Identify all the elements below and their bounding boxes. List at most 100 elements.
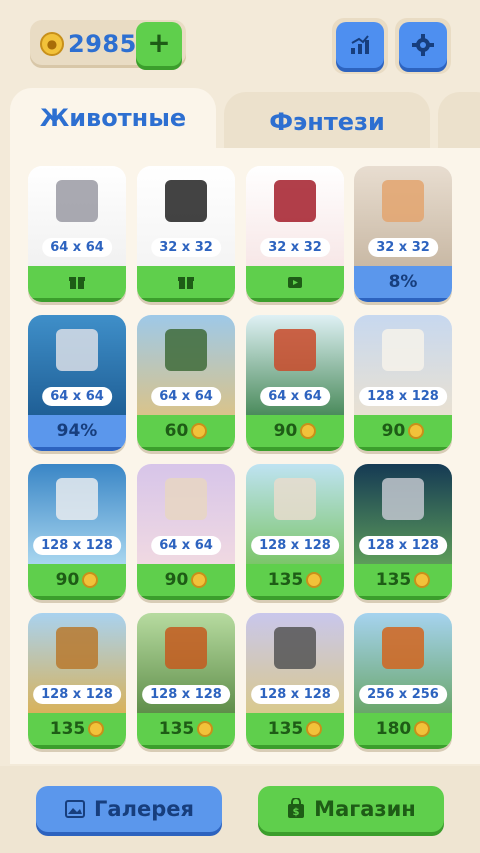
picture-card-cow[interactable]: 128 x 128 135 [246, 464, 344, 600]
card-size-label: 64 x 64 [42, 238, 112, 257]
picture-card-zebra[interactable]: 128 x 128 135 [246, 613, 344, 749]
owl-figure [56, 478, 98, 520]
squirrel-figure [165, 627, 207, 669]
progress-percent: 94% [56, 421, 98, 441]
card-size-label: 128 x 128 [142, 685, 230, 704]
ladybug-figure [274, 180, 316, 222]
card-footer[interactable]: 180 [354, 713, 452, 749]
coin-count: 2985 [68, 30, 137, 58]
shop-label: Магазин [314, 797, 416, 821]
chart-up-icon [351, 35, 369, 54]
card-footer[interactable]: 90 [28, 564, 126, 600]
card-footer[interactable]: 94% [28, 415, 126, 451]
picture-card-ladybug[interactable]: 32 x 32 [246, 166, 344, 302]
coin-icon [306, 721, 323, 737]
picture-card-chickens[interactable]: 128 x 128 90 [354, 315, 452, 451]
card-size-label: 128 x 128 [359, 387, 447, 406]
card-size-label: 32 x 32 [260, 238, 330, 257]
card-size-label: 32 x 32 [368, 238, 438, 257]
card-size-label: 64 x 64 [260, 387, 330, 406]
kitten-figure [56, 329, 98, 371]
lion-figure [56, 627, 98, 669]
coin-icon [191, 423, 208, 439]
price-value: 135 [267, 719, 304, 739]
card-footer[interactable]: 90 [246, 415, 344, 451]
coin-icon [414, 572, 431, 588]
svg-text:$: $ [293, 807, 300, 818]
tiger-figure [165, 478, 207, 520]
duck-figure [165, 329, 207, 371]
card-footer[interactable]: 135 [354, 564, 452, 600]
gallery-label: Галерея [94, 797, 194, 821]
card-size-label: 128 x 128 [251, 536, 339, 555]
zebra-figure [274, 627, 316, 669]
picture-card-duck[interactable]: 64 x 64 60 [137, 315, 235, 451]
card-footer[interactable]: 90 [137, 564, 235, 600]
card-size-label: 64 x 64 [151, 536, 221, 555]
tab-animals[interactable]: Животные [10, 88, 216, 152]
coin-icon: ● [40, 32, 64, 56]
gear-icon [412, 34, 434, 56]
card-size-label: 128 x 128 [359, 536, 447, 555]
video-ad-icon [288, 277, 302, 288]
card-footer[interactable]: 135 [246, 564, 344, 600]
coin-icon [408, 423, 425, 439]
card-footer[interactable]: 135 [137, 713, 235, 749]
picture-card-owl[interactable]: 128 x 128 90 [28, 464, 126, 600]
price-value: 135 [267, 570, 304, 590]
tab-fantasy[interactable]: Фэнтези [224, 92, 430, 156]
picture-card-penguin[interactable]: 32 x 32 [137, 166, 235, 302]
price-value: 90 [55, 570, 80, 590]
card-footer[interactable]: 8% [354, 266, 452, 302]
card-footer[interactable]: 135 [246, 713, 344, 749]
card-footer[interactable] [137, 266, 235, 302]
card-footer[interactable] [246, 266, 344, 302]
picture-card-tiger[interactable]: 64 x 64 90 [137, 464, 235, 600]
penguin-figure [165, 180, 207, 222]
card-size-label: 256 x 256 [359, 685, 447, 704]
top-bar: ● 2985 + [0, 0, 480, 80]
coin-icon [300, 423, 317, 439]
stats-button[interactable] [336, 22, 384, 68]
coin-icon [82, 572, 99, 588]
picture-card-horse[interactable]: 128 x 128 135 [354, 464, 452, 600]
bat-figure [56, 180, 98, 222]
picture-card-kitten[interactable]: 64 x 64 94% [28, 315, 126, 451]
picture-card-robin[interactable]: 64 x 64 90 [246, 315, 344, 451]
price-value: 135 [375, 570, 412, 590]
robin-figure [274, 329, 316, 371]
gallery-button[interactable]: Галерея [36, 786, 222, 832]
cat-figure [382, 180, 424, 222]
cow-figure [274, 478, 316, 520]
picture-card-cat[interactable]: 32 x 32 8% [354, 166, 452, 302]
gallery-icon [65, 800, 86, 818]
add-coins-button[interactable]: + [136, 22, 182, 66]
picture-card-fox[interactable]: 256 x 256 180 [354, 613, 452, 749]
progress-percent: 8% [388, 272, 418, 292]
horse-figure [382, 478, 424, 520]
price-value: 90 [381, 421, 406, 441]
price-value: 60 [164, 421, 189, 441]
card-footer[interactable]: 60 [137, 415, 235, 451]
coin-icon [88, 721, 105, 737]
picture-card-lion[interactable]: 128 x 128 135 [28, 613, 126, 749]
price-value: 90 [164, 570, 189, 590]
gift-icon [178, 277, 194, 289]
card-size-label: 32 x 32 [151, 238, 221, 257]
picture-card-bat[interactable]: 64 x 64 [28, 166, 126, 302]
gift-icon [69, 277, 85, 289]
card-footer[interactable]: 135 [28, 713, 126, 749]
price-value: 135 [158, 719, 195, 739]
card-size-label: 64 x 64 [42, 387, 112, 406]
fox-figure [382, 627, 424, 669]
coin-icon [414, 721, 431, 737]
shopping-bag-icon: $ [288, 798, 305, 818]
settings-button[interactable] [399, 22, 447, 68]
price-value: 90 [273, 421, 298, 441]
shop-button[interactable]: $ Магазин [258, 786, 444, 832]
picture-card-squirrel[interactable]: 128 x 128 135 [137, 613, 235, 749]
card-footer[interactable] [28, 266, 126, 302]
card-footer[interactable]: 90 [354, 415, 452, 451]
coin-icon [191, 572, 208, 588]
tab-next[interactable] [438, 92, 480, 156]
